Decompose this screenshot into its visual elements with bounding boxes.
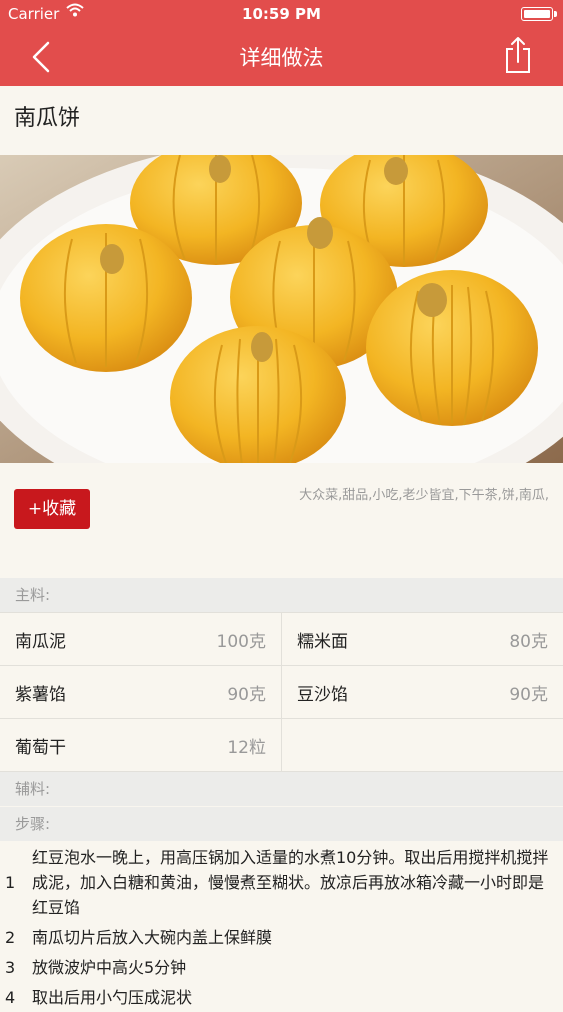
pumpkin-bun xyxy=(366,270,538,426)
ingredient-cell: 葡萄干 12粒 xyxy=(0,719,281,772)
status-bar: Carrier 10:59 PM xyxy=(0,0,563,28)
list-item: 3 放微波炉中高火5分钟 xyxy=(0,952,563,982)
ingredient-name: 南瓜泥 xyxy=(15,632,66,652)
ingredient-qty: 12粒 xyxy=(227,738,266,758)
step-number: 3 xyxy=(5,957,16,977)
recipe-tags: 大众菜,甜品,小吃,老少皆宜,下午茶,饼,南瓜, xyxy=(299,488,549,503)
table-row: 葡萄干 12粒 xyxy=(0,719,563,772)
nav-bar: 详细做法 xyxy=(0,28,563,86)
steps-header: 步骤: xyxy=(0,807,563,841)
ingredient-qty: 90克 xyxy=(509,685,548,705)
step-text: 南瓜切片后放入大碗内盖上保鲜膜 xyxy=(32,927,273,947)
ingredient-cell: 糯米面 80克 xyxy=(281,613,563,666)
ingredient-qty: 90克 xyxy=(227,685,266,705)
empty-cell xyxy=(281,719,563,772)
clock: 10:59 PM xyxy=(242,5,321,23)
ingredient-name: 紫薯馅 xyxy=(15,685,66,705)
page-title: 详细做法 xyxy=(239,46,324,70)
step-number: 1 xyxy=(5,872,16,892)
recipe-photo xyxy=(0,155,563,463)
list-item: 4 取出后用小勺压成泥状 xyxy=(0,982,563,1012)
ingredient-qty: 80克 xyxy=(509,632,548,652)
step-number: 4 xyxy=(5,987,16,1007)
table-row: 南瓜泥 100克 糯米面 80克 xyxy=(0,613,563,666)
table-row: 紫薯馅 90克 豆沙馅 90克 xyxy=(0,666,563,719)
pumpkin-bun xyxy=(20,224,192,372)
battery-icon xyxy=(521,7,557,21)
ingredients-table: 南瓜泥 100克 糯米面 80克 紫薯馅 90克 豆沙馅 90克 葡萄干 12粒 xyxy=(0,612,563,772)
ingredient-name: 豆沙馅 xyxy=(297,685,348,705)
list-item: 2 南瓜切片后放入大碗内盖上保鲜膜 xyxy=(0,922,563,952)
share-button[interactable] xyxy=(503,36,533,74)
recipe-title: 南瓜饼 xyxy=(14,106,81,131)
ingredient-name: 葡萄干 xyxy=(15,738,66,758)
ingredient-name: 糯米面 xyxy=(297,632,348,652)
step-text: 取出后用小勺压成泥状 xyxy=(32,987,193,1007)
auxiliary-header: 辅料: xyxy=(0,772,563,806)
list-item: 1 红豆泡水一晚上，用高压锅加入适量的水煮10分钟。取出后用搅拌机搅拌成泥，加入… xyxy=(0,842,563,922)
step-text: 放微波炉中高火5分钟 xyxy=(32,957,187,977)
ingredient-cell: 豆沙馅 90克 xyxy=(281,666,563,719)
step-number: 2 xyxy=(5,927,16,947)
ingredient-qty: 100克 xyxy=(216,632,266,652)
ingredient-cell: 紫薯馅 90克 xyxy=(0,666,281,719)
step-text: 红豆泡水一晚上，用高压锅加入适量的水煮10分钟。取出后用搅拌机搅拌成泥，加入白糖… xyxy=(32,847,549,917)
ingredient-cell: 南瓜泥 100克 xyxy=(0,613,281,666)
main-ingredients-header: 主料: xyxy=(0,578,563,612)
favorite-button[interactable]: +收藏 xyxy=(14,489,90,529)
steps-list: 1 红豆泡水一晚上，用高压锅加入适量的水煮10分钟。取出后用搅拌机搅拌成泥，加入… xyxy=(0,842,563,1012)
